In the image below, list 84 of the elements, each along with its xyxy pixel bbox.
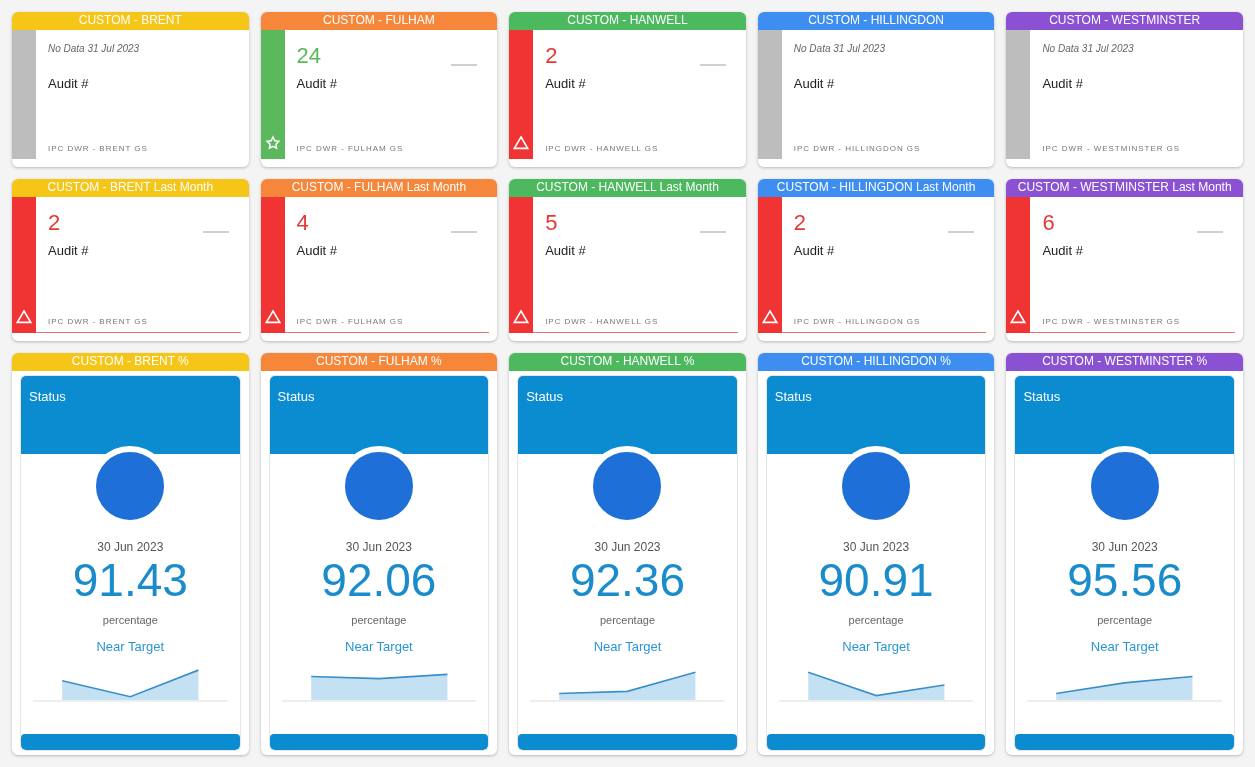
kpi-rating: Near Target bbox=[345, 637, 413, 656]
warning-icon bbox=[16, 309, 32, 325]
kpi-unit: percentage bbox=[351, 613, 407, 628]
trend-line bbox=[699, 231, 726, 233]
warning-icon bbox=[264, 309, 281, 325]
tile-label: Audit # bbox=[1042, 242, 1084, 260]
tile-title: CUSTOM - BRENT bbox=[12, 12, 249, 30]
tile-title: CUSTOM - HANWELL bbox=[509, 12, 746, 30]
kpi-date: 30 Jun 2023 bbox=[97, 539, 164, 556]
tile-source: IPC DWR - HILLINGDON GS bbox=[793, 316, 922, 328]
tile-label: Audit # bbox=[793, 242, 836, 260]
kpi-date: 30 Jun 2023 bbox=[345, 539, 412, 556]
no-data-note: No Data 31 Jul 2023 bbox=[1042, 42, 1134, 56]
trend-line bbox=[202, 231, 229, 233]
tile-label: Audit # bbox=[48, 242, 90, 260]
trend-line bbox=[699, 64, 726, 66]
trend-line bbox=[451, 231, 478, 233]
panel-heading: Status bbox=[29, 389, 66, 404]
kpi-value: 92.36 bbox=[569, 556, 686, 604]
trend-line bbox=[948, 231, 975, 233]
kpi-value: 95.56 bbox=[1067, 556, 1183, 604]
warning-icon bbox=[513, 135, 530, 151]
trend-line bbox=[1197, 231, 1223, 233]
tile-label: Audit # bbox=[545, 75, 587, 93]
kpi-rating: Near Target bbox=[96, 637, 165, 656]
warning-icon bbox=[513, 309, 530, 325]
tile-label: Audit # bbox=[545, 242, 587, 260]
panel-heading: Status bbox=[526, 389, 564, 404]
kpi-unit: percentage bbox=[599, 613, 655, 628]
tile-value: 2 bbox=[793, 209, 807, 237]
kpi-rating: Near Target bbox=[593, 637, 662, 656]
tile-source: IPC DWR - HILLINGDON GS bbox=[793, 143, 922, 155]
tile-value: 24 bbox=[296, 42, 322, 70]
panel-heading: Status bbox=[1023, 389, 1061, 404]
tile-title: CUSTOM - FULHAM Last Month bbox=[260, 179, 498, 197]
tile-title: CUSTOM - HANWELL Last Month bbox=[509, 179, 746, 197]
tile-title: CUSTOM - HILLINGDON Last Month bbox=[757, 179, 995, 197]
no-data-note: No Data 31 Jul 2023 bbox=[793, 42, 885, 56]
tile-source: IPC DWR - FULHAM GS bbox=[296, 143, 405, 155]
kpi-value: 92.06 bbox=[321, 556, 437, 604]
tile-label: Audit # bbox=[48, 75, 90, 93]
warning-icon bbox=[761, 309, 778, 325]
tile-title: CUSTOM - HILLINGDON bbox=[757, 12, 995, 30]
tile-title: CUSTOM - BRENT % bbox=[12, 353, 249, 371]
tile-title: CUSTOM - WESTMINSTER bbox=[1006, 12, 1243, 30]
tile-source: IPC DWR - HANWELL GS bbox=[545, 316, 660, 328]
tile-value: 6 bbox=[1042, 209, 1055, 237]
tile-label: Audit # bbox=[793, 75, 836, 93]
kpi-value: 90.91 bbox=[818, 556, 934, 604]
tile-label: Audit # bbox=[296, 75, 339, 93]
kpi-unit: percentage bbox=[102, 613, 158, 628]
panel-heading: Status bbox=[277, 389, 315, 404]
tile-value: 2 bbox=[545, 42, 558, 70]
kpi-date: 30 Jun 2023 bbox=[1091, 539, 1158, 556]
tile-source: IPC DWR - WESTMINSTER GS bbox=[1042, 316, 1182, 328]
tile-title: CUSTOM - BRENT Last Month bbox=[12, 179, 249, 197]
kpi-unit: percentage bbox=[848, 613, 904, 628]
kpi-rating: Near Target bbox=[1090, 637, 1159, 656]
tile-title: CUSTOM - FULHAM % bbox=[260, 353, 498, 371]
tile-source: IPC DWR - FULHAM GS bbox=[296, 316, 405, 328]
trend-line bbox=[451, 64, 478, 66]
kpi-date: 30 Jun 2023 bbox=[594, 539, 661, 556]
kpi-rating: Near Target bbox=[842, 637, 910, 656]
tile-label: Audit # bbox=[296, 242, 339, 260]
tile-title: CUSTOM - WESTMINSTER Last Month bbox=[1006, 179, 1243, 197]
tile-source: IPC DWR - BRENT GS bbox=[48, 316, 149, 328]
tile-source: IPC DWR - BRENT GS bbox=[48, 143, 149, 155]
tile-value: 5 bbox=[545, 209, 558, 237]
star-icon bbox=[264, 135, 281, 151]
kpi-value: 91.43 bbox=[72, 556, 188, 604]
tile-title: CUSTOM - HANWELL % bbox=[509, 353, 746, 371]
panel-heading: Status bbox=[774, 389, 812, 404]
kpi-date: 30 Jun 2023 bbox=[843, 539, 910, 556]
tile-title: CUSTOM - WESTMINSTER % bbox=[1006, 353, 1243, 371]
tile-source: IPC DWR - HANWELL GS bbox=[545, 143, 660, 155]
tile-label: Audit # bbox=[1042, 75, 1084, 93]
kpi-unit: percentage bbox=[1097, 613, 1153, 628]
tile-title: CUSTOM - FULHAM bbox=[260, 12, 498, 30]
tile-title: CUSTOM - HILLINGDON % bbox=[757, 353, 995, 371]
no-data-note: No Data 31 Jul 2023 bbox=[48, 42, 140, 56]
tile-value: 2 bbox=[48, 209, 61, 237]
warning-icon bbox=[1010, 309, 1027, 325]
tile-value: 4 bbox=[296, 209, 309, 237]
tile-source: IPC DWR - WESTMINSTER GS bbox=[1042, 143, 1182, 155]
